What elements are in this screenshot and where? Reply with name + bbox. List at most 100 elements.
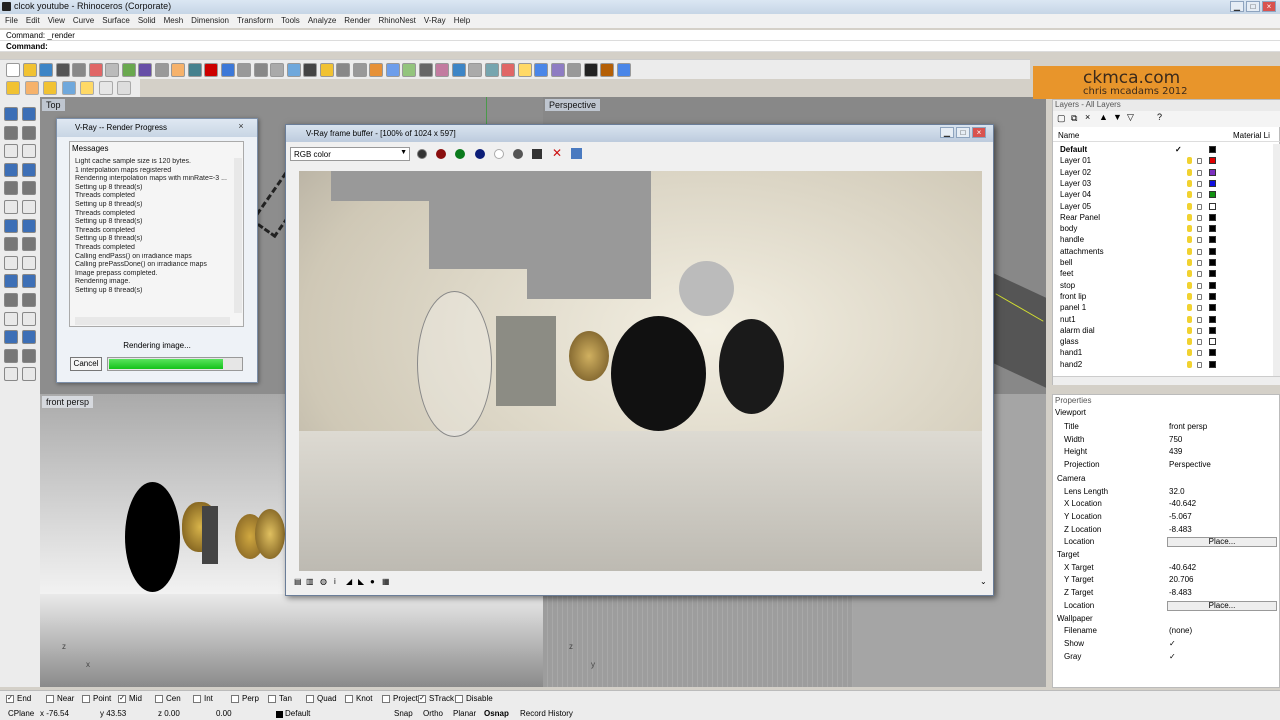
- toolbar-tool-icon[interactable]: [55, 63, 70, 77]
- lock-icon[interactable]: [1197, 203, 1202, 210]
- layer-color-swatch[interactable]: [1209, 213, 1216, 221]
- maximize-icon[interactable]: □: [1246, 1, 1260, 12]
- chevron-down-icon[interactable]: ⌄: [980, 577, 987, 586]
- new-sublayer-icon[interactable]: ⧉: [1071, 113, 1077, 124]
- geometry-tool-icon[interactable]: [22, 218, 36, 233]
- layer-color-swatch[interactable]: [1209, 349, 1216, 357]
- toolbar-tool-icon[interactable]: [600, 63, 614, 77]
- toolbar-tool-icon[interactable]: [253, 63, 268, 77]
- toolbar-tool-icon[interactable]: [187, 63, 202, 77]
- property-value[interactable]: front persp: [1169, 421, 1207, 433]
- toolbar-tool-icon[interactable]: [270, 63, 284, 77]
- lock-icon[interactable]: [1197, 192, 1202, 199]
- lock-icon[interactable]: [1197, 169, 1202, 176]
- geometry-tool-icon[interactable]: [22, 162, 36, 177]
- geometry-tool-icon[interactable]: [22, 181, 36, 196]
- place-button[interactable]: Place...: [1167, 537, 1277, 548]
- geometry-tool-icon[interactable]: [22, 330, 36, 345]
- lock-icon[interactable]: [1197, 214, 1202, 221]
- layer-color-swatch[interactable]: [1209, 326, 1216, 334]
- column-name-header[interactable]: Name: [1058, 131, 1079, 140]
- layer-color-swatch[interactable]: [1209, 146, 1216, 153]
- lightbulb-icon[interactable]: [1187, 202, 1192, 210]
- pixel-icon[interactable]: ▦: [382, 577, 390, 586]
- checkbox[interactable]: [306, 695, 314, 703]
- menu-item-surface[interactable]: Surface: [102, 14, 130, 28]
- snap-tool-icon[interactable]: [98, 81, 113, 95]
- snap-tool-icon[interactable]: [43, 81, 57, 95]
- snap-toggle[interactable]: Snap: [394, 709, 413, 718]
- layer-color-swatch[interactable]: [1209, 360, 1216, 368]
- checkbox[interactable]: [345, 695, 353, 703]
- property-value[interactable]: (none): [1169, 625, 1192, 637]
- properties-tab-viewport[interactable]: Viewport: [1055, 408, 1086, 417]
- layer-color-swatch[interactable]: [1209, 225, 1216, 233]
- checkbox[interactable]: ✓: [118, 695, 126, 703]
- geometry-tool-icon[interactable]: [4, 311, 18, 326]
- checkbox[interactable]: [268, 695, 276, 703]
- lock-icon[interactable]: [1197, 350, 1202, 357]
- toolbar-tool-icon[interactable]: [451, 63, 466, 77]
- menu-item-dimension[interactable]: Dimension: [191, 14, 229, 28]
- property-value[interactable]: 32.0: [1169, 486, 1185, 498]
- menu-item-curve[interactable]: Curve: [73, 14, 94, 28]
- geometry-tool-icon[interactable]: [22, 125, 36, 140]
- save-channel-icon[interactable]: [417, 149, 427, 159]
- toolbar-tool-icon[interactable]: [154, 63, 169, 77]
- geometry-tool-icon[interactable]: [4, 237, 18, 252]
- move-down-icon[interactable]: ▼: [1113, 112, 1122, 122]
- close-icon[interactable]: ×: [234, 122, 248, 132]
- help-icon[interactable]: ?: [1157, 112, 1162, 122]
- layer-color-swatch[interactable]: [1209, 338, 1216, 346]
- geometry-tool-icon[interactable]: [22, 144, 36, 159]
- channel-select[interactable]: RGB color ▼: [290, 147, 410, 161]
- toolbar-tool-icon[interactable]: [336, 63, 350, 77]
- toolbar-tool-icon[interactable]: [303, 63, 317, 77]
- geometry-tool-icon[interactable]: [4, 200, 18, 214]
- toolbar-tool-icon[interactable]: [105, 63, 119, 77]
- viewport-label-top[interactable]: Top: [42, 99, 65, 111]
- layer-row[interactable]: bell: [1053, 257, 1273, 268]
- property-value[interactable]: 750: [1169, 434, 1182, 446]
- lock-icon[interactable]: [1197, 158, 1202, 165]
- lock-icon[interactable]: [1197, 327, 1202, 334]
- toolbar-tool-icon[interactable]: [402, 63, 416, 77]
- geometry-tool-icon[interactable]: [4, 274, 18, 289]
- toolbar-tool-icon[interactable]: [220, 63, 235, 77]
- log-vertical-scrollbar[interactable]: [234, 158, 242, 313]
- lock-icon[interactable]: [1197, 339, 1202, 346]
- lightbulb-icon[interactable]: [1187, 247, 1192, 255]
- geometry-tool-icon[interactable]: [4, 255, 18, 270]
- geometry-tool-icon[interactable]: [22, 311, 36, 326]
- red-channel-icon[interactable]: [436, 149, 446, 159]
- layer-color-swatch[interactable]: [1209, 157, 1216, 165]
- menu-item-help[interactable]: Help: [454, 14, 470, 28]
- snap-tool-icon[interactable]: [80, 81, 94, 95]
- lock-icon[interactable]: [1197, 316, 1202, 323]
- layer-color-swatch[interactable]: [1209, 270, 1216, 278]
- lightbulb-icon[interactable]: [1187, 179, 1192, 187]
- layer-row[interactable]: Layer 04: [1053, 189, 1273, 200]
- command-prompt[interactable]: Command:: [0, 41, 1280, 52]
- menu-item-tools[interactable]: Tools: [281, 14, 300, 28]
- lightbulb-icon[interactable]: [1187, 225, 1192, 233]
- toolbar-tool-icon[interactable]: [352, 63, 367, 77]
- layer-color-swatch[interactable]: [1209, 281, 1216, 289]
- menu-item-analyze[interactable]: Analyze: [308, 14, 336, 28]
- layer-row[interactable]: Layer 05: [1053, 201, 1273, 212]
- geometry-tool-icon[interactable]: [4, 348, 18, 363]
- menu-item-file[interactable]: File: [5, 14, 18, 28]
- layers-horizontal-scrollbar[interactable]: [1053, 376, 1280, 385]
- ortho-toggle[interactable]: Ortho: [423, 709, 443, 718]
- lock-icon[interactable]: [1197, 248, 1202, 255]
- checkbox[interactable]: [82, 695, 90, 703]
- toolbar-tool-icon[interactable]: [616, 63, 631, 77]
- lightbulb-icon[interactable]: [1187, 360, 1192, 368]
- layers-vertical-scrollbar[interactable]: [1273, 144, 1280, 376]
- column-material-header[interactable]: Material Li: [1233, 131, 1270, 140]
- checkbox[interactable]: [155, 695, 163, 703]
- checkbox[interactable]: [231, 695, 239, 703]
- blue-channel-icon[interactable]: [475, 149, 485, 159]
- layer-row[interactable]: Layer 01: [1053, 155, 1273, 166]
- correction-icon[interactable]: ◍: [320, 577, 327, 586]
